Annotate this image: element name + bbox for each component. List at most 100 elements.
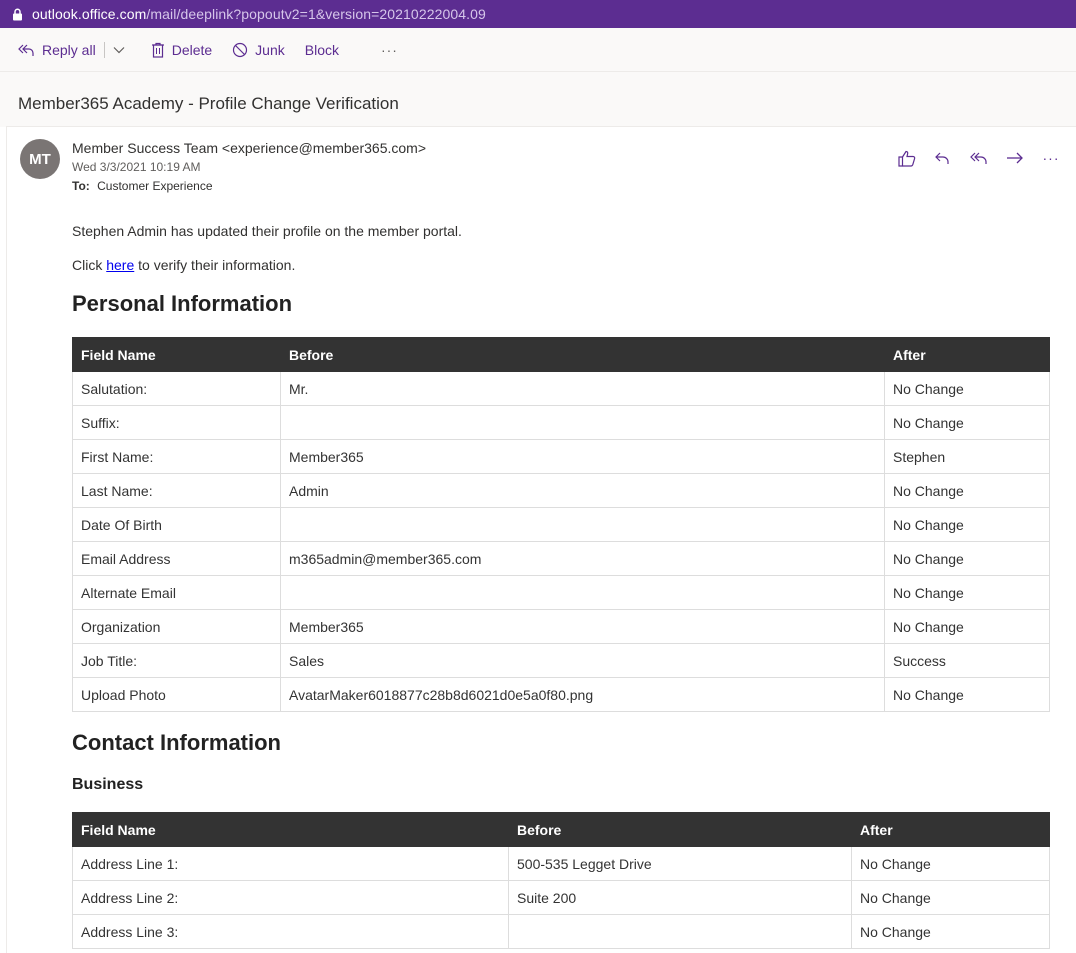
block-circle-icon [232, 42, 248, 58]
table-row: Address Line 2: Suite 200 No Change [72, 880, 1050, 915]
header-before: Before [508, 812, 852, 847]
table-row: Address Line 1: 500-535 Legget Drive No Ch… [72, 846, 1050, 881]
cell-field: Salutation: [72, 371, 281, 406]
reply-options-chevron-down-icon[interactable] [113, 46, 125, 54]
cell-field: Address Line 3: [72, 914, 509, 949]
cell-after: No Change [851, 880, 1050, 915]
cell-after: No Change [884, 473, 1050, 508]
table-row: Job Title: Sales Success [72, 643, 1050, 678]
cell-after: Stephen [884, 439, 1050, 474]
business-info-table: Field Name Before After Address Line 1: 5… [72, 812, 1050, 949]
cell-after: No Change [884, 507, 1050, 542]
reply-icon[interactable] [932, 147, 954, 169]
cell-after: No Change [884, 677, 1050, 712]
like-icon[interactable] [896, 147, 918, 169]
cell-after: No Change [851, 846, 1050, 881]
table-row: Upload Photo AvatarMaker6018877c28b8d6021… [72, 677, 1050, 712]
cell-field: Suffix: [72, 405, 281, 440]
cell-field: Alternate Email [72, 575, 281, 610]
trash-icon [151, 42, 165, 58]
verify-prefix: Click [72, 257, 107, 273]
cell-after: No Change [851, 914, 1050, 949]
cell-after: No Change [884, 405, 1050, 440]
cell-before: Suite 200 [508, 880, 852, 915]
cell-after: No Change [884, 371, 1050, 406]
url-path: /mail/deeplink?popoutv2=1&version=202102… [146, 6, 486, 22]
cell-field: Job Title: [72, 643, 281, 678]
table-header-row: Field Name Before After [72, 337, 1050, 372]
cell-before: Mr. [280, 371, 885, 406]
recipient-name[interactable]: Customer Experience [97, 179, 212, 193]
reply-all-button[interactable]: Reply all [18, 42, 96, 58]
block-button[interactable]: Block [305, 42, 339, 58]
cell-before [508, 914, 852, 949]
reply-all-label: Reply all [42, 41, 96, 58]
browser-address-bar[interactable]: outlook.office.com/mail/deeplink?popoutv… [0, 0, 1076, 28]
verify-text: Click here to verify their information. [72, 257, 1052, 273]
cell-after: No Change [884, 575, 1050, 610]
more-actions-icon[interactable]: ··· [381, 42, 398, 58]
table-row: First Name: Member365 Stephen [72, 439, 1050, 474]
cell-field: Date Of Birth [72, 507, 281, 542]
recipients-line: To: Customer Experience [72, 179, 213, 193]
cell-field: Last Name: [72, 473, 281, 508]
message-card: MT Member Success Team <experience@membe… [6, 126, 1076, 953]
cell-before: AvatarMaker6018877c28b8d6021d0e5a0f80.pn… [280, 677, 885, 712]
junk-button[interactable]: Junk [232, 42, 285, 58]
table-row: Date Of Birth No Change [72, 507, 1050, 542]
cell-before: m365admin@member365.com [280, 541, 885, 576]
message-subject: Member365 Academy - Profile Change Verif… [18, 94, 399, 113]
personal-info-table: Field Name Before After Salutation: Mr. No… [72, 337, 1050, 712]
header-before: Before [280, 337, 885, 372]
reply-all-icon[interactable] [968, 147, 990, 169]
message-actions: ··· [882, 147, 1062, 169]
cell-field: Address Line 1: [72, 846, 509, 881]
cell-before [280, 405, 885, 440]
cell-before [280, 507, 885, 542]
contact-info-heading: Contact Information [72, 730, 281, 755]
verify-suffix: to verify their information. [134, 257, 296, 273]
table-row: Organization Member365 No Change [72, 609, 1050, 644]
header-field-name: Field Name [72, 337, 281, 372]
table-row: Email Address m365admin@member365.com No C… [72, 541, 1050, 576]
header-field-name: Field Name [72, 812, 509, 847]
cell-field: Upload Photo [72, 677, 281, 712]
table-row: Alternate Email No Change [72, 575, 1050, 610]
intro-text: Stephen Admin has updated their profile … [72, 223, 462, 239]
table-row: Salutation: Mr. No Change [72, 371, 1050, 406]
reply-all-icon [18, 43, 35, 57]
personal-info-heading: Personal Information [72, 291, 293, 316]
table-row: Suffix: No Change [72, 405, 1050, 440]
cell-before: Member365 [280, 439, 885, 474]
subject-area: Member365 Academy - Profile Change Verif… [0, 72, 1076, 127]
cell-after: No Change [884, 609, 1050, 644]
cell-before: Sales [280, 643, 885, 678]
block-label: Block [304, 41, 339, 58]
lock-icon [10, 7, 24, 21]
cell-before [280, 575, 885, 610]
toolbar-divider [103, 41, 105, 58]
url-text[interactable]: outlook.office.com/mail/deeplink?popoutv… [32, 6, 486, 22]
url-host: outlook.office.com [32, 6, 147, 22]
forward-icon[interactable] [1004, 147, 1026, 169]
cell-field: First Name: [72, 439, 281, 474]
delete-label: Delete [171, 41, 213, 58]
verify-link[interactable]: here [106, 257, 134, 273]
delete-button[interactable]: Delete [151, 42, 212, 58]
sender-name[interactable]: Member Success Team <experience@member36… [72, 140, 426, 156]
header-after: After [884, 337, 1050, 372]
cell-before: Admin [280, 473, 885, 508]
message-body: Stephen Admin has updated their profile … [72, 223, 1052, 953]
avatar[interactable]: MT [20, 139, 60, 179]
table-header-row: Field Name Before After [72, 812, 1050, 847]
cell-field: Organization [72, 609, 281, 644]
cell-after: Success [884, 643, 1050, 678]
header-after: After [851, 812, 1050, 847]
cell-before: 500-535 Legget Drive [508, 846, 852, 881]
cell-before: Member365 [280, 609, 885, 644]
command-bar: Reply all Delete Junk Block ··· [0, 28, 1076, 72]
more-options-icon[interactable]: ··· [1040, 147, 1062, 169]
cell-after: No Change [884, 541, 1050, 576]
table-row: Address Line 3: No Change [72, 914, 1050, 949]
message-date: Wed 3/3/2021 10:19 AM [72, 160, 201, 174]
